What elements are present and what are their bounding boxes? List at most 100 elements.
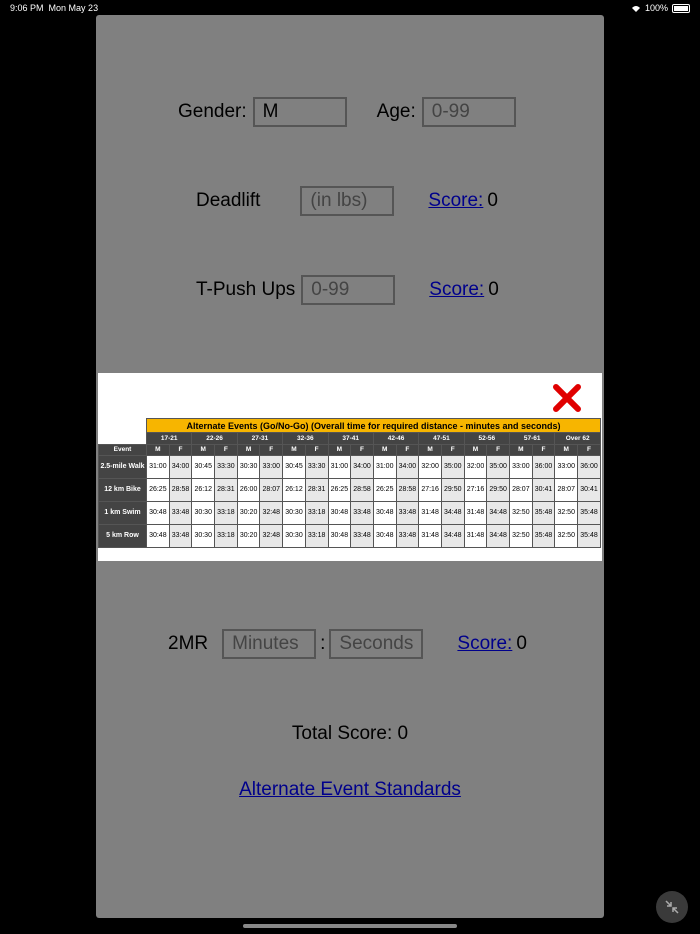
time-cell: 32:50 xyxy=(509,523,533,548)
time-cell: 26:12 xyxy=(282,477,306,502)
table-blank-corner xyxy=(98,418,147,433)
time-cell: 32:48 xyxy=(259,500,284,525)
time-cell: 32:50 xyxy=(509,500,533,525)
time-cell: 32:00 xyxy=(463,454,488,479)
age-group-header: 57-61 xyxy=(508,432,556,445)
time-cell: 32:48 xyxy=(259,523,284,548)
time-cell: 30:48 xyxy=(327,523,352,548)
time-cell: 26:25 xyxy=(372,477,397,502)
time-cell: 28:07 xyxy=(259,477,284,502)
sex-header: F xyxy=(577,443,601,456)
time-cell: 30:48 xyxy=(146,500,170,525)
time-cell: 28:58 xyxy=(395,477,420,502)
time-cell: 28:58 xyxy=(350,477,374,502)
battery-icon xyxy=(672,3,690,13)
sex-header: M xyxy=(146,443,170,456)
table-banner: Alternate Events (Go/No-Go) (Overall tim… xyxy=(146,418,601,433)
sex-header: F xyxy=(214,443,238,456)
time-cell: 32:50 xyxy=(554,523,579,548)
time-cell: 33:18 xyxy=(214,523,238,548)
time-cell: 30:30 xyxy=(236,454,261,479)
collapse-arrows-icon[interactable] xyxy=(656,891,688,923)
sex-header: F xyxy=(168,443,193,456)
deadlift-row: Deadlift (in lbs) Score: 0 xyxy=(196,186,498,216)
pushups-field[interactable]: 0-99 xyxy=(301,275,396,305)
pushups-score-value: 0 xyxy=(488,279,499,300)
event-name: 5 km Row xyxy=(98,523,147,548)
time-cell: 33:48 xyxy=(350,500,374,525)
age-group-header: 27-31 xyxy=(236,432,284,445)
home-indicator xyxy=(243,924,457,928)
sex-header: M xyxy=(282,443,306,456)
twomr-label: 2MR xyxy=(168,633,209,654)
alternate-events-modal: Alternate Events (Go/No-Go) (Overall tim… xyxy=(98,373,602,561)
twomr-colon: : xyxy=(320,633,326,654)
sex-header: M xyxy=(554,443,579,456)
time-cell: 31:48 xyxy=(418,500,442,525)
time-cell: 30:48 xyxy=(372,500,397,525)
status-date: Mon May 23 xyxy=(48,3,99,13)
time-cell: 34:48 xyxy=(440,523,465,548)
twomr-score-value: 0 xyxy=(516,633,527,654)
sex-header: M xyxy=(236,443,261,456)
wifi-icon xyxy=(631,5,641,12)
time-cell: 26:25 xyxy=(146,477,170,502)
time-cell: 30:48 xyxy=(327,500,352,525)
sex-header: F xyxy=(440,443,465,456)
close-icon[interactable] xyxy=(552,383,582,413)
time-cell: 30:48 xyxy=(146,523,170,548)
deadlift-score-link[interactable]: Score: xyxy=(428,190,483,212)
time-cell: 33:18 xyxy=(304,523,329,548)
age-group-header: 17-21 xyxy=(145,432,193,445)
age-group-header: 52-56 xyxy=(463,432,511,445)
alternate-event-standards-link[interactable]: Alternate Event Standards xyxy=(96,779,604,801)
age-group-header: 47-51 xyxy=(418,432,465,445)
time-cell: 33:00 xyxy=(259,454,284,479)
gender-age-row: Gender: M Age: 0-99 xyxy=(178,97,516,127)
pushups-score-link[interactable]: Score: xyxy=(429,279,484,301)
time-cell: 35:48 xyxy=(531,500,556,525)
time-cell: 30:41 xyxy=(531,477,556,502)
time-cell: 34:48 xyxy=(440,500,465,525)
time-cell: 31:00 xyxy=(372,454,397,479)
time-cell: 33:30 xyxy=(304,454,329,479)
gender-field[interactable]: M xyxy=(252,97,347,127)
time-cell: 30:41 xyxy=(577,477,601,502)
sex-header: F xyxy=(259,443,284,456)
status-bar: 9:06 PM Mon May 23 100% xyxy=(0,0,700,16)
alternate-events-table: Alternate Events (Go/No-Go) (Overall tim… xyxy=(98,418,601,548)
time-cell: 35:48 xyxy=(531,523,556,548)
time-cell: 31:48 xyxy=(463,500,488,525)
twomr-minutes-field[interactable]: Minutes xyxy=(222,629,317,659)
sex-header: F xyxy=(350,443,374,456)
time-cell: 33:18 xyxy=(214,500,238,525)
table-row: 12 km Bike 26:25 28:58 26:12 28:31 26:00 28:07… xyxy=(98,477,601,502)
age-group-header: 37-41 xyxy=(327,432,374,445)
time-cell: 35:48 xyxy=(577,523,601,548)
time-cell: 33:48 xyxy=(168,500,193,525)
sex-header: M xyxy=(372,443,397,456)
status-right: 100% xyxy=(631,3,690,13)
event-name: 2.5-mile Walk xyxy=(98,454,147,479)
time-cell: 26:25 xyxy=(327,477,352,502)
time-cell: 30:30 xyxy=(282,500,306,525)
time-cell: 26:00 xyxy=(236,477,261,502)
time-cell: 33:30 xyxy=(214,454,238,479)
time-cell: 35:00 xyxy=(486,454,510,479)
time-cell: 28:31 xyxy=(214,477,238,502)
age-group-header: 32-36 xyxy=(282,432,329,445)
event-header: Event xyxy=(98,443,147,456)
twomr-seconds-field[interactable]: Seconds xyxy=(329,629,424,659)
age-field[interactable]: 0-99 xyxy=(421,97,516,127)
time-cell: 34:00 xyxy=(395,454,420,479)
age-group-header: Over 62 xyxy=(554,432,601,445)
time-cell: 32:00 xyxy=(418,454,442,479)
status-time: 9:06 PM xyxy=(10,3,44,13)
sex-header: F xyxy=(531,443,556,456)
twomr-score-link[interactable]: Score: xyxy=(457,633,512,655)
time-cell: 26:12 xyxy=(191,477,216,502)
deadlift-field[interactable]: (in lbs) xyxy=(300,186,395,216)
time-cell: 28:58 xyxy=(168,477,193,502)
time-cell: 33:18 xyxy=(304,500,329,525)
time-cell: 30:48 xyxy=(372,523,397,548)
